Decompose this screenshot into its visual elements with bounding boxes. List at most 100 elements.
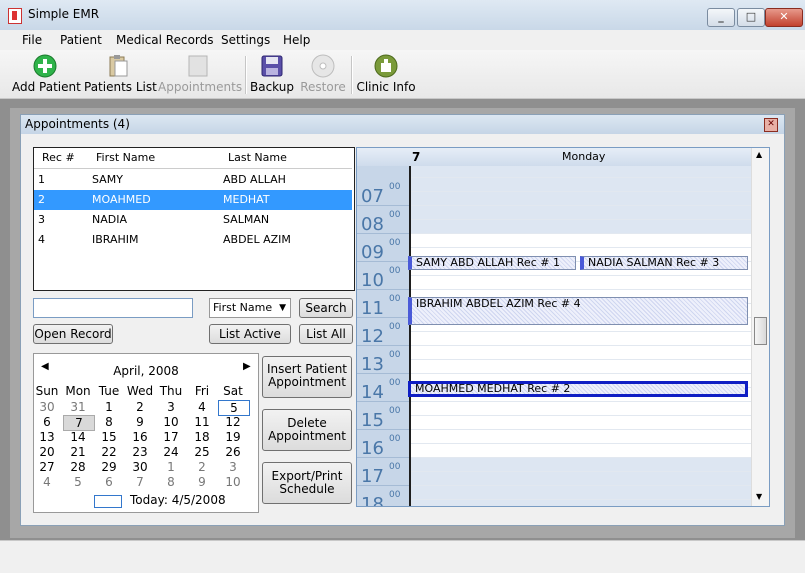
calendar-day[interactable]: 22 <box>94 445 124 459</box>
calendar-day[interactable]: 28 <box>63 460 93 474</box>
calendar-day[interactable]: 30 <box>125 460 155 474</box>
time-slot[interactable] <box>411 430 751 444</box>
calendar-day[interactable]: 21 <box>63 445 93 459</box>
calendar-day[interactable]: 10 <box>156 415 186 429</box>
column-header-last-name[interactable]: Last Name <box>228 148 287 169</box>
appointment-block[interactable]: SAMY ABD ALLAH Rec # 1 <box>408 256 576 270</box>
time-slot[interactable] <box>411 500 751 506</box>
calendar-day[interactable]: 24 <box>156 445 186 459</box>
calendar-day[interactable]: 30 <box>32 400 62 414</box>
column-header-first-name[interactable]: First Name <box>96 148 156 169</box>
search-input[interactable] <box>33 298 193 318</box>
patients-list-button[interactable]: Patients List <box>84 50 157 98</box>
calendar-day[interactable]: 11 <box>187 415 217 429</box>
open-record-button[interactable]: Open Record <box>33 324 113 344</box>
calendar-day[interactable]: 2 <box>125 400 155 414</box>
time-slot[interactable] <box>411 486 751 500</box>
time-slot[interactable] <box>411 402 751 416</box>
calendar-day[interactable]: 5 <box>63 475 93 489</box>
time-slot[interactable] <box>411 332 751 346</box>
time-slot[interactable] <box>411 166 751 178</box>
calendar-day[interactable]: 16 <box>125 430 155 444</box>
clinic-info-button[interactable]: Clinic Info <box>356 50 416 98</box>
calendar-day[interactable]: 2 <box>187 460 217 474</box>
restore-button[interactable]: Restore <box>300 50 346 98</box>
calendar-day[interactable]: 31 <box>63 400 93 414</box>
scroll-down-icon[interactable]: ▼ <box>756 492 762 501</box>
time-slot[interactable] <box>411 234 751 248</box>
table-row[interactable]: 3 NADIA SALMAN <box>34 210 352 230</box>
calendar-day[interactable]: 23 <box>125 445 155 459</box>
calendar-day[interactable]: 3 <box>218 460 248 474</box>
calendar-day[interactable]: 27 <box>32 460 62 474</box>
delete-appointment-button[interactable]: Delete Appointment <box>262 409 352 451</box>
time-slot[interactable] <box>411 360 751 374</box>
list-active-button[interactable]: List Active <box>209 324 291 344</box>
calendar-day[interactable]: 4 <box>32 475 62 489</box>
search-button[interactable]: Search <box>299 298 353 318</box>
calendar-day[interactable]: 25 <box>187 445 217 459</box>
maximize-button[interactable]: □ <box>737 8 765 27</box>
calendar-day[interactable]: 20 <box>32 445 62 459</box>
calendar-day[interactable]: 13 <box>32 430 62 444</box>
calendar-day[interactable]: 4 <box>187 400 217 414</box>
appointment-block[interactable]: NADIA SALMAN Rec # 3 <box>580 256 748 270</box>
time-slot[interactable] <box>411 444 751 458</box>
scroll-up-icon[interactable]: ▲ <box>756 150 762 159</box>
export-print-button[interactable]: Export/Print Schedule <box>262 462 352 504</box>
menu-medical-records[interactable]: Medical Records <box>116 33 214 47</box>
calendar-day[interactable]: 1 <box>94 400 124 414</box>
search-field-select[interactable]: First Name ▼ <box>209 298 291 318</box>
calendar-day[interactable]: 6 <box>32 415 62 429</box>
menu-file[interactable]: File <box>22 33 42 47</box>
appointment-block-selected[interactable]: MOAHMED MEDHAT Rec # 2 <box>408 381 748 397</box>
time-slot[interactable] <box>411 178 751 192</box>
calendar-day[interactable]: 19 <box>218 430 248 444</box>
calendar-day[interactable]: 10 <box>218 475 248 489</box>
insert-appointment-button[interactable]: Insert Patient Appointment <box>262 356 352 398</box>
calendar-day[interactable]: 26 <box>218 445 248 459</box>
time-slot[interactable] <box>411 458 751 472</box>
add-patient-button[interactable]: Add Patient <box>12 50 81 98</box>
table-row[interactable]: 2 MOAHMED MEDHAT <box>34 190 352 210</box>
calendar-day[interactable]: 8 <box>94 415 124 429</box>
calendar-day[interactable]: 6 <box>94 475 124 489</box>
calendar-day[interactable]: 17 <box>156 430 186 444</box>
appointment-block[interactable]: IBRAHIM ABDEL AZIM Rec # 4 <box>408 297 748 325</box>
calendar-day[interactable]: 12 <box>218 415 248 429</box>
column-header-rec[interactable]: Rec # <box>42 148 75 169</box>
time-slot[interactable] <box>411 416 751 430</box>
table-row[interactable]: 4 IBRAHIM ABDEL AZIM <box>34 230 352 250</box>
close-button[interactable]: ✕ <box>765 8 803 27</box>
calendar-day[interactable]: 7 <box>63 415 95 431</box>
menu-settings[interactable]: Settings <box>221 33 270 47</box>
backup-button[interactable]: Backup <box>250 50 294 98</box>
time-slot[interactable] <box>411 276 751 290</box>
calendar-day[interactable]: 29 <box>94 460 124 474</box>
time-slot[interactable] <box>411 192 751 206</box>
time-slot[interactable] <box>411 472 751 486</box>
time-slot[interactable] <box>411 206 751 220</box>
today-label[interactable]: Today: 4/5/2008 <box>130 493 226 507</box>
scroll-thumb[interactable] <box>754 317 767 345</box>
list-all-button[interactable]: List All <box>299 324 353 344</box>
menu-help[interactable]: Help <box>283 33 310 47</box>
calendar-day[interactable]: 14 <box>63 430 93 444</box>
calendar-day[interactable]: 3 <box>156 400 186 414</box>
calendar-day[interactable]: 9 <box>125 415 155 429</box>
time-slot[interactable] <box>411 220 751 234</box>
table-row[interactable]: 1 SAMY ABD ALLAH <box>34 170 352 190</box>
appointments-button[interactable]: Appointments <box>158 50 242 98</box>
calendar-day[interactable]: 8 <box>156 475 186 489</box>
calendar-day[interactable]: 7 <box>125 475 155 489</box>
schedule-scrollbar[interactable]: ▲ ▼ <box>751 148 769 506</box>
calendar-day[interactable]: 5 <box>218 400 250 416</box>
next-month-icon[interactable]: ▶ <box>243 361 251 372</box>
calendar-day[interactable]: 1 <box>156 460 186 474</box>
close-icon[interactable]: ✕ <box>764 118 778 132</box>
calendar-day[interactable]: 15 <box>94 430 124 444</box>
calendar-day[interactable]: 18 <box>187 430 217 444</box>
minimize-button[interactable]: _ <box>707 8 735 27</box>
calendar-day[interactable]: 9 <box>187 475 217 489</box>
time-slot[interactable] <box>411 346 751 360</box>
